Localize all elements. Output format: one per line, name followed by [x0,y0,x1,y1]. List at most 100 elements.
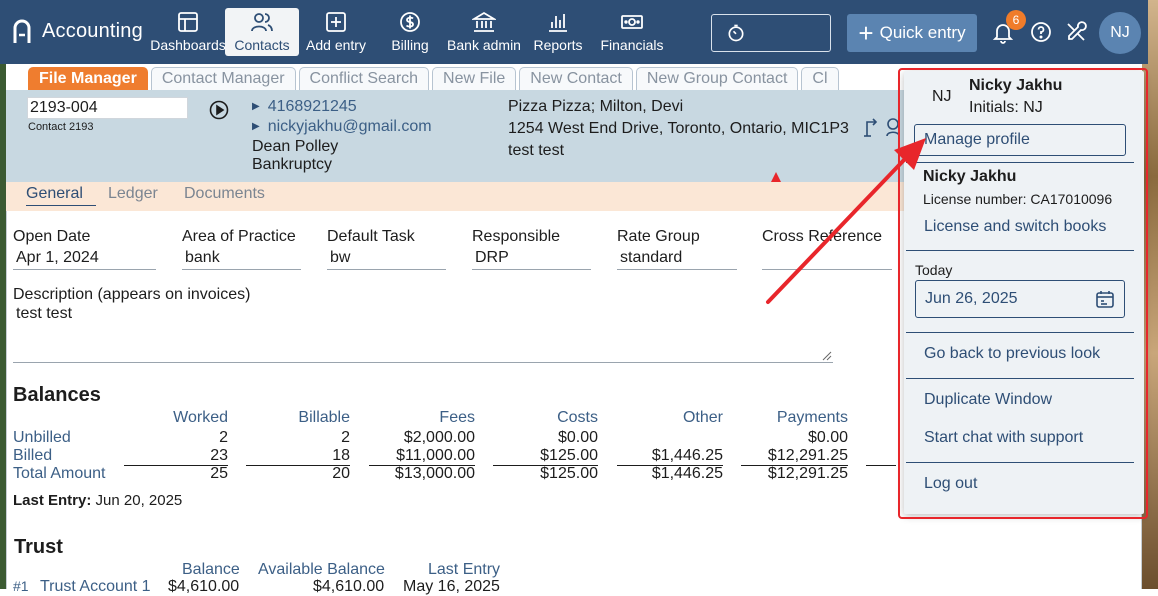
reports-icon [549,14,567,32]
tab-documents[interactable]: Documents [184,185,265,203]
license-switch-books-link[interactable]: License and switch books [924,218,1106,236]
field-label: Area of Practice [182,228,296,245]
menu-divider [906,332,1134,333]
tab-new-contact[interactable]: New Contact [519,67,633,90]
caret-right-icon: ▶ [252,121,260,132]
help-icon[interactable] [1029,20,1053,44]
tab-contact-manager[interactable]: Contact Manager [150,67,296,90]
trust-last-entry: May 16, 2025 [403,578,500,595]
background-right [1142,0,1158,589]
tab-general[interactable]: General [26,185,96,206]
avatar[interactable]: NJ [1099,12,1141,54]
field-cross-reference: Cross Reference [762,228,892,270]
client-line: Pizza Pizza; Milton, Devi [508,98,684,115]
cell: $12,291.25 [767,447,848,464]
caret-right-icon: ▶ [252,101,260,112]
field-label: Open Date [13,228,91,245]
field-label: Cross Reference [762,228,883,245]
timer-input[interactable] [711,14,831,52]
quick-entry-label: Quick entry [879,23,966,42]
today-label: Today [915,262,953,278]
rate-group-input[interactable]: standard [617,248,737,270]
last-entry-value: Jun 20, 2025 [95,492,183,509]
matter-type: Bankruptcy [252,156,333,173]
nav-add-entry[interactable]: Add entry [299,8,373,56]
nav-label: Reports [533,37,583,53]
area-of-practice-input[interactable]: bank [182,248,301,270]
brand[interactable]: Accounting [12,18,143,44]
start-chat-support-link[interactable]: Start chat with support [924,429,1083,447]
menu-divider [906,250,1134,251]
main-nav: Dashboards Contacts Add entry Billing Ba… [150,8,669,56]
total-divider [493,465,598,466]
financials-icon [621,15,643,29]
billing-icon [400,12,420,32]
manage-profile-button[interactable]: Manage profile [914,124,1126,156]
user-icon[interactable] [885,116,899,138]
nav-financials[interactable]: Financials [595,8,669,56]
tools-icon[interactable] [1064,20,1088,44]
subtab-bar: File Manager Contact Manager Conflict Se… [28,67,839,90]
field-default-task: Default Task bw [327,228,446,270]
last-entry-label: Last Entry: [13,492,92,509]
license-number: License number: CA17010096 [923,191,1113,207]
total-divider [741,465,848,466]
field-rate-group: Rate Group standard [617,228,737,270]
trust-available: $4,610.00 [313,578,385,595]
nav-label: Billing [391,37,429,53]
nav-bank-admin[interactable]: Bank admin [447,8,521,56]
tab-new-file[interactable]: New File [432,67,517,90]
quick-entry-button[interactable]: + Quick entry [847,14,977,52]
total-divider [124,465,228,466]
default-task-input[interactable]: bw [327,248,446,270]
nav-label: Bank admin [447,37,521,53]
total-divider [246,465,350,466]
trust-heading: Trust [14,536,63,558]
contacts-icon [251,13,273,32]
logo-icon [13,19,31,43]
plus-icon: + [858,18,874,48]
nav-label: Dashboards [150,37,226,53]
nav-reports[interactable]: Reports [521,8,595,56]
nav-label: Add entry [306,37,366,53]
calendar-icon[interactable] [1095,289,1115,309]
tab-overflow[interactable]: Cl [801,67,839,90]
balances-heading: Balances [13,384,101,406]
file-number-field[interactable]: 2193-004 [27,97,188,119]
responsible-input[interactable]: DRP [472,248,591,270]
open-date-input[interactable]: Apr 1, 2024 [13,248,156,270]
phone-link[interactable]: 4168921245 [268,98,357,115]
nav-dashboards[interactable]: Dashboards [150,8,226,56]
nav-billing[interactable]: Billing [373,8,447,56]
menu-user-name: Nicky Jakhu [969,77,1063,94]
tab-conflict-search[interactable]: Conflict Search [298,67,430,90]
go-back-previous-look-link[interactable]: Go back to previous look [924,345,1100,363]
today-date-picker[interactable]: Jun 26, 2025 [915,280,1125,318]
stopwatch-icon [728,24,744,42]
address-line: 1254 West End Drive, Toronto, Ontario, M… [508,120,849,137]
trust-row-number: #1 [13,578,29,594]
tab-file-manager[interactable]: File Manager [28,67,148,90]
log-out-link[interactable]: Log out [924,475,977,493]
note-line: test test [508,142,565,159]
play-icon[interactable] [209,100,229,120]
column-header: Last Entry [428,561,501,578]
column-header: Payments [776,409,848,426]
nav-contacts[interactable]: Contacts [225,8,299,56]
menu-avatar-initials: NJ [932,88,952,105]
resize-grip-icon[interactable] [822,351,832,361]
today-date-value: Jun 26, 2025 [925,290,1018,307]
total-divider [866,465,896,466]
tab-ledger[interactable]: Ledger [108,185,158,203]
tab-new-group-contact[interactable]: New Group Contact [635,67,799,90]
nav-label: Financials [600,37,664,53]
nav-label: Contacts [234,37,290,53]
description-textarea[interactable]: test test [13,305,833,363]
trust-account-link[interactable]: Trust Account 1 [40,578,151,596]
duplicate-window-link[interactable]: Duplicate Window [924,391,1052,409]
transfer-icon[interactable] [862,116,882,138]
trust-balance: $4,610.00 [168,578,240,595]
email-link[interactable]: nickyjakhu@gmail.com [268,118,432,135]
cross-reference-input[interactable] [762,248,892,270]
total-divider [617,465,723,466]
